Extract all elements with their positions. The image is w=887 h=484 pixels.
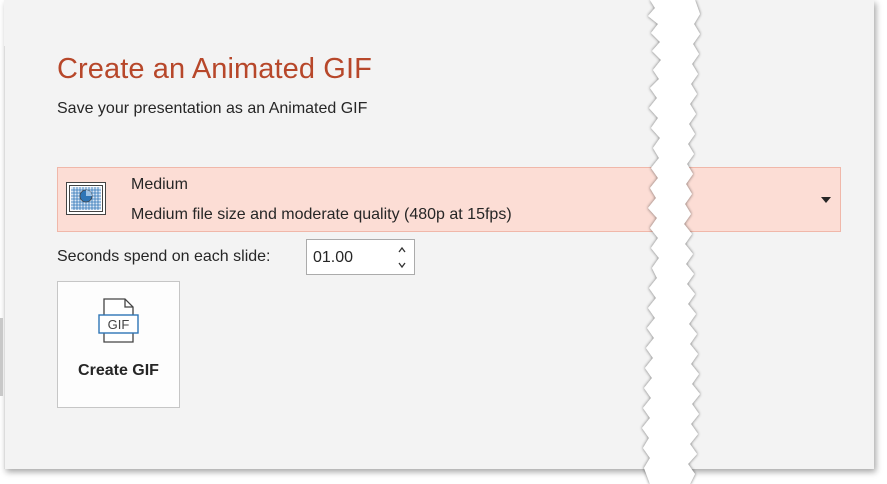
quality-option-description: Medium file size and moderate quality (4… bbox=[131, 206, 512, 223]
seconds-per-slide-label: Seconds spend on each slide: bbox=[57, 248, 271, 265]
presentation-quality-icon bbox=[66, 182, 106, 216]
gif-icon-text: GIF bbox=[108, 317, 130, 332]
page-title: Create an Animated GIF bbox=[57, 53, 372, 85]
chevron-down-icon[interactable] bbox=[396, 258, 408, 270]
create-gif-label: Create GIF bbox=[78, 362, 159, 379]
chevron-up-icon[interactable] bbox=[396, 243, 408, 255]
page-subtitle: Save your presentation as an Animated GI… bbox=[57, 100, 368, 117]
gif-file-icon: GIF bbox=[98, 298, 140, 344]
create-gif-button[interactable]: GIF Create GIF bbox=[57, 281, 180, 408]
chevron-down-icon[interactable] bbox=[821, 197, 831, 203]
seconds-per-slide-spinner[interactable] bbox=[306, 239, 415, 275]
panel-left-border bbox=[4, 46, 5, 469]
seconds-per-slide-input[interactable] bbox=[313, 249, 383, 267]
quality-dropdown[interactable]: Medium Medium file size and moderate qua… bbox=[57, 167, 841, 232]
panel-left-accent bbox=[0, 318, 3, 396]
quality-option-name: Medium bbox=[131, 176, 188, 193]
